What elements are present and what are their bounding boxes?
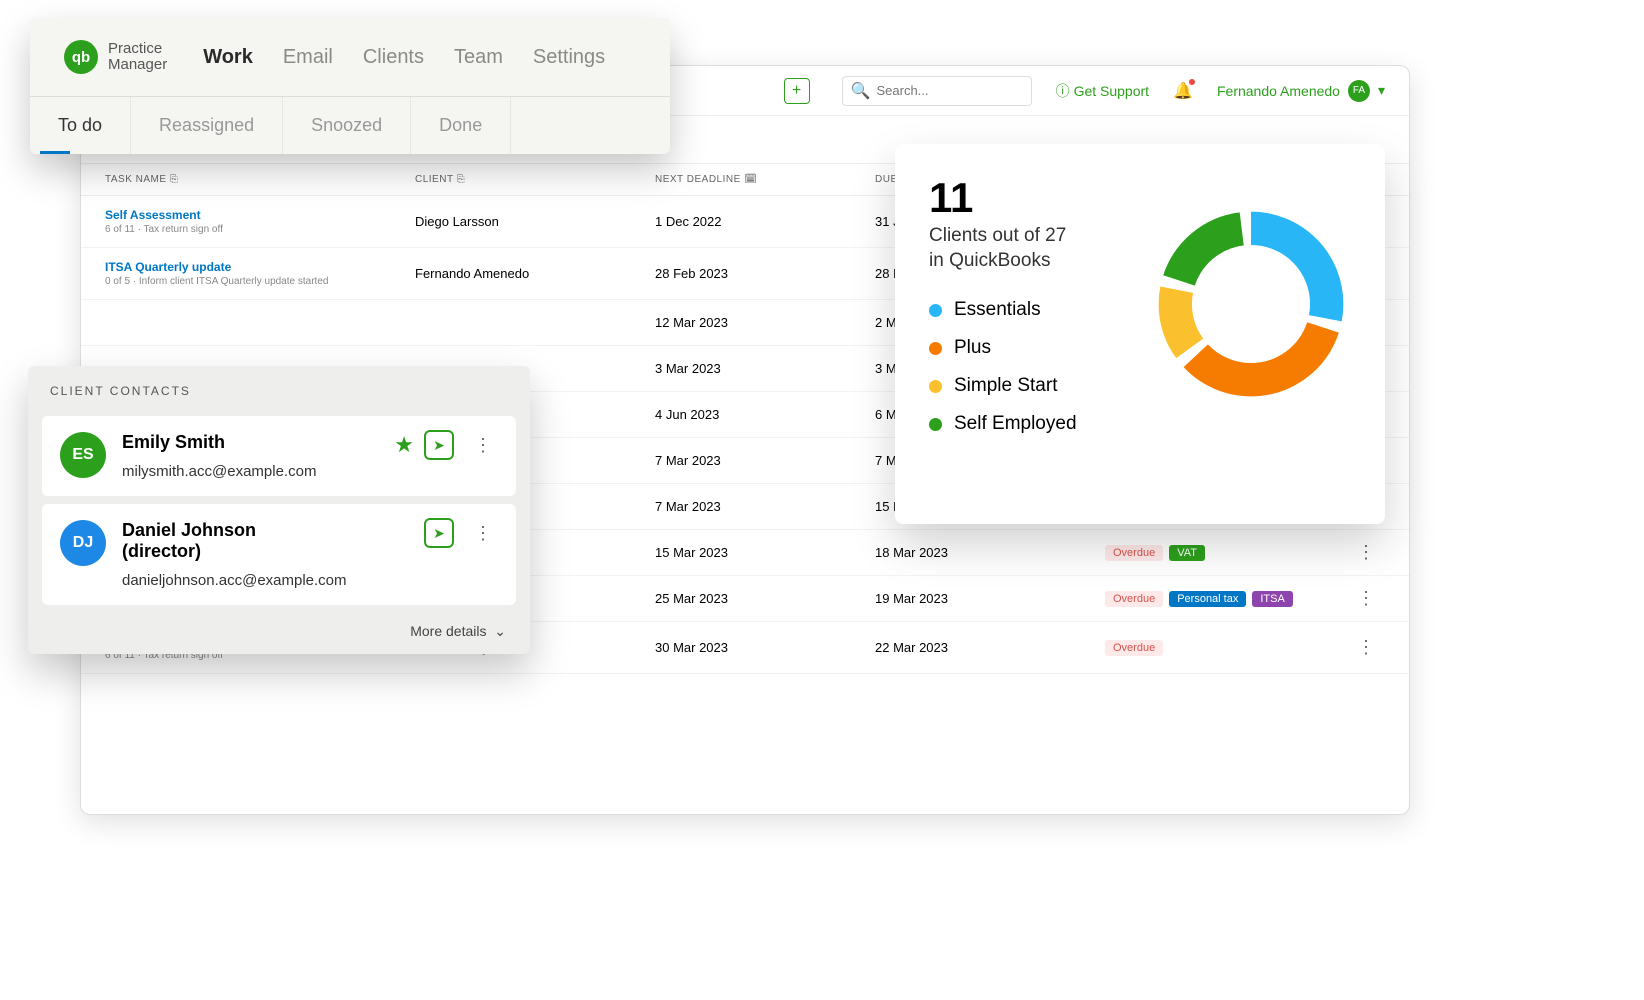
legend-item: Simple Start (929, 375, 1131, 397)
chart-subtitle: Clients out of 27in QuickBooks (929, 224, 1131, 273)
cell-next: 12 Mar 2023 (655, 315, 875, 330)
contact-menu[interactable]: ⋮ (464, 435, 502, 456)
cell-next: 15 Mar 2023 (655, 545, 875, 560)
tab-done[interactable]: Done (411, 97, 511, 154)
tab-snoozed[interactable]: Snoozed (283, 97, 411, 154)
more-details[interactable]: More details ⌄ (28, 613, 530, 646)
cell-due: 18 Mar 2023 (875, 545, 1105, 560)
search-icon: 🔍 (851, 81, 871, 101)
cell-next: 28 Feb 2023 (655, 266, 875, 281)
tag-overdue: Overdue (1105, 591, 1163, 607)
cell-next: 1 Dec 2022 (655, 214, 875, 229)
cell-next: 25 Mar 2023 (655, 591, 875, 606)
tag-itsa: ITSA (1252, 591, 1292, 607)
avatar: DJ (60, 520, 106, 566)
contact-item[interactable]: DJ Daniel Johnson(director) danieljohnso… (42, 504, 516, 605)
cell-next: 7 Mar 2023 (655, 499, 875, 514)
user-menu[interactable]: Fernando Amenedo FA ▾ (1217, 80, 1385, 102)
task-link[interactable]: ITSA Quarterly update (105, 260, 415, 274)
contact-email: milysmith.acc@example.com (122, 463, 316, 480)
tag-vat: VAT (1169, 545, 1205, 561)
cell-due: 19 Mar 2023 (875, 591, 1105, 606)
nav-team[interactable]: Team (454, 46, 503, 69)
support-link[interactable]: ⓘGet Support (1056, 81, 1150, 101)
th-task[interactable]: TASK NAME ⎘ (105, 174, 415, 185)
cell-client: Fernando Amenedo (415, 266, 655, 281)
task-sub: 6 of 11 · Tax return sign off (105, 224, 415, 235)
chart-card: 11 Clients out of 27in QuickBooks Essent… (895, 144, 1385, 524)
contacts-card: CLIENT CONTACTS ES Emily Smith milysmith… (28, 366, 530, 654)
legend-item: Essentials (929, 299, 1131, 321)
nav-card: qb PracticeManager Work Email Clients Team S… (30, 18, 670, 154)
tag-personal-tax: Personal tax (1169, 591, 1246, 607)
chart-number: 11 (929, 174, 1131, 222)
th-next[interactable]: NEXT DEADLINE 🗓 (655, 174, 875, 185)
donut-chart (1151, 204, 1351, 404)
search-input[interactable] (876, 83, 1022, 98)
cell-next: 4 Jun 2023 (655, 407, 875, 422)
row-menu[interactable]: ⋮ (1347, 542, 1385, 563)
nav-settings[interactable]: Settings (533, 46, 605, 69)
cell-due: 22 Mar 2023 (875, 640, 1105, 655)
avatar: ES (60, 432, 106, 478)
send-icon[interactable]: ➤ (424, 430, 454, 460)
contact-menu[interactable]: ⋮ (464, 523, 502, 544)
task-sub: 0 of 5 · Inform client ITSA Quarterly up… (105, 276, 415, 287)
avatar: FA (1348, 80, 1370, 102)
tag-overdue: Overdue (1105, 640, 1163, 656)
cell-client: Diego Larsson (415, 214, 655, 229)
contacts-title: CLIENT CONTACTS (28, 366, 530, 408)
tab-reassigned[interactable]: Reassigned (131, 97, 283, 154)
legend-dot (929, 380, 942, 393)
chevron-down-icon: ▾ (1378, 82, 1385, 99)
cell-next: 3 Mar 2023 (655, 361, 875, 376)
cell-next: 7 Mar 2023 (655, 453, 875, 468)
contact-name: Emily Smith (122, 432, 316, 453)
legend-item: Self Employed (929, 413, 1131, 435)
legend-dot (929, 418, 942, 431)
tag-overdue: Overdue (1105, 545, 1163, 561)
nav-work[interactable]: Work (203, 46, 253, 69)
row-menu[interactable]: ⋮ (1347, 637, 1385, 658)
star-icon[interactable]: ★ (394, 432, 414, 458)
contact-name: Daniel Johnson(director) (122, 520, 347, 562)
nav-clients[interactable]: Clients (363, 46, 424, 69)
qb-logo-icon: qb (64, 40, 98, 74)
new-button[interactable]: + (784, 78, 810, 104)
legend-dot (929, 304, 942, 317)
contact-email: danieljohnson.acc@example.com (122, 572, 347, 589)
contact-item[interactable]: ES Emily Smith milysmith.acc@example.com… (42, 416, 516, 496)
th-client[interactable]: CLIENT ⎘ (415, 174, 655, 185)
legend-dot (929, 342, 942, 355)
row-menu[interactable]: ⋮ (1347, 588, 1385, 609)
task-link[interactable]: Self Assessment (105, 208, 415, 222)
logo: qb PracticeManager (64, 40, 167, 74)
bell-icon[interactable]: 🔔 (1173, 81, 1193, 101)
search-wrap: 🔍 (842, 76, 1032, 106)
cell-next: 30 Mar 2023 (655, 640, 875, 655)
legend-item: Plus (929, 337, 1131, 359)
send-icon[interactable]: ➤ (424, 518, 454, 548)
nav-email[interactable]: Email (283, 46, 333, 69)
tab-to-do[interactable]: To do (30, 97, 131, 154)
